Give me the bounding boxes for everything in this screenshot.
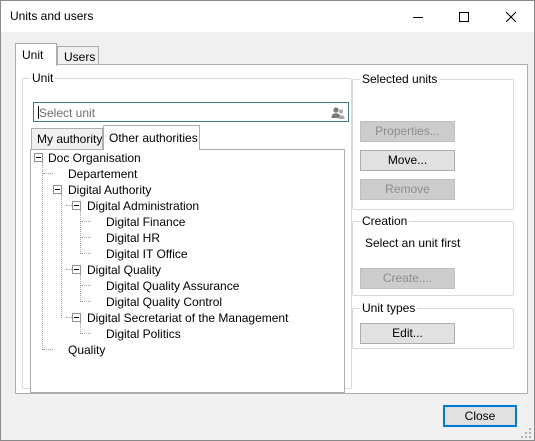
selected-units-legend: Selected units bbox=[360, 72, 440, 86]
tab-my-authority-label: My authority bbox=[37, 132, 103, 146]
tab-users-label: Users bbox=[64, 50, 96, 64]
remove-button[interactable]: Remove bbox=[360, 179, 455, 200]
creation-info-text: Select an unit first bbox=[365, 236, 461, 250]
tree-node[interactable]: Digital Authority bbox=[68, 182, 151, 198]
tab-unit-label: Unit bbox=[22, 48, 44, 62]
tree-connector bbox=[81, 285, 91, 286]
properties-button[interactable]: Properties... bbox=[360, 121, 455, 142]
tree-node[interactable]: Quality bbox=[68, 342, 105, 358]
unit-search-input[interactable]: Select unit bbox=[33, 102, 349, 122]
maximize-button[interactable] bbox=[441, 1, 487, 32]
tree-node[interactable]: Departement bbox=[68, 166, 137, 182]
tree-node[interactable]: Digital Finance bbox=[106, 214, 185, 230]
tree-connector bbox=[43, 349, 53, 350]
maximize-icon bbox=[459, 11, 469, 22]
unit-search-placeholder: Select unit bbox=[39, 106, 96, 120]
creation-group: Creation Select an unit first Create.... bbox=[352, 215, 514, 296]
tree-connector bbox=[42, 162, 43, 350]
tab-other-authorities[interactable]: Other authorities bbox=[103, 125, 200, 150]
tree-node[interactable]: Digital Politics bbox=[106, 326, 181, 342]
resize-grip-icon[interactable] bbox=[521, 428, 532, 439]
unit-types-group: Unit types Edit... bbox=[352, 302, 514, 349]
tree-connector bbox=[81, 333, 91, 334]
users-search-icon[interactable] bbox=[330, 105, 346, 121]
tree-node[interactable]: Digital Quality Assurance bbox=[106, 278, 239, 294]
tab-my-authority[interactable]: My authority bbox=[31, 128, 103, 149]
tree-connector bbox=[81, 253, 91, 254]
unit-tab-panel: Unit Select unit My authority Other auth… bbox=[15, 64, 528, 394]
tree-collapse-toggle[interactable] bbox=[72, 201, 81, 210]
unit-group: Unit Select unit My authority Other auth… bbox=[22, 72, 352, 393]
create-button[interactable]: Create.... bbox=[360, 268, 455, 289]
tree-node[interactable]: Digital Administration bbox=[87, 198, 199, 214]
tree-connector bbox=[81, 301, 91, 302]
tab-users[interactable]: Users bbox=[57, 46, 99, 66]
unit-group-legend: Unit bbox=[30, 71, 56, 85]
tree-collapse-toggle[interactable] bbox=[53, 185, 62, 194]
tree-node[interactable]: Digital Quality Control bbox=[106, 294, 222, 310]
title-bar[interactable]: Units and users bbox=[1, 1, 534, 32]
move-button[interactable]: Move... bbox=[360, 150, 455, 171]
tree-connector bbox=[81, 237, 91, 238]
edit-unit-types-button[interactable]: Edit... bbox=[360, 323, 455, 344]
tree-collapse-toggle[interactable] bbox=[72, 265, 81, 274]
tree-node[interactable]: Digital Quality bbox=[87, 262, 161, 278]
close-icon bbox=[506, 11, 516, 22]
close-button[interactable]: Close bbox=[443, 405, 517, 427]
unit-tree[interactable]: Doc Organisation Departement Digital Aut… bbox=[30, 149, 345, 393]
minimize-icon bbox=[413, 16, 423, 18]
creation-legend: Creation bbox=[360, 214, 410, 228]
tree-connector bbox=[43, 173, 53, 174]
dialog-window: Units and users Unit Users Unit Select u… bbox=[0, 0, 535, 441]
tree-collapse-toggle[interactable] bbox=[72, 313, 81, 322]
tab-other-authorities-label: Other authorities bbox=[109, 131, 198, 145]
tree-connector bbox=[61, 194, 62, 318]
tree-node[interactable]: Digital IT Office bbox=[106, 246, 188, 262]
tree-connector bbox=[81, 221, 91, 222]
unit-types-legend: Unit types bbox=[360, 301, 418, 315]
tree-node[interactable]: Digital Secretariat of the Management bbox=[87, 310, 288, 326]
tree-connector bbox=[80, 210, 81, 254]
minimize-button[interactable] bbox=[395, 1, 441, 32]
close-window-button[interactable] bbox=[488, 1, 534, 32]
tree-node[interactable]: Digital HR bbox=[106, 230, 160, 246]
tree-connector bbox=[80, 274, 81, 302]
tree-collapse-toggle[interactable] bbox=[34, 153, 43, 162]
window-title: Units and users bbox=[10, 9, 94, 23]
selected-units-group: Selected units Properties... Move... Rem… bbox=[352, 73, 514, 210]
tab-unit[interactable]: Unit bbox=[15, 43, 57, 66]
tree-node[interactable]: Doc Organisation bbox=[48, 150, 141, 166]
